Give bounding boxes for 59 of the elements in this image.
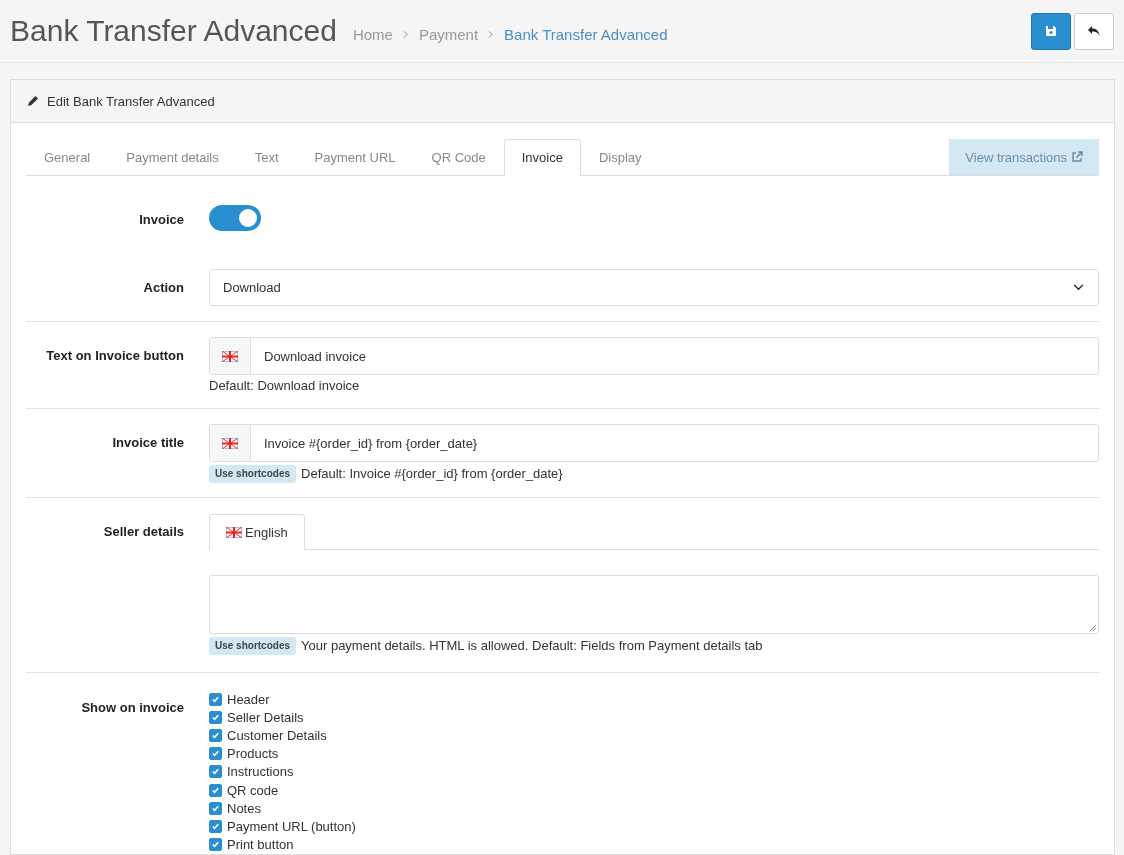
checkbox-label: Print button xyxy=(227,837,294,853)
checkbox[interactable] xyxy=(209,728,222,742)
checkbox-label: QR code xyxy=(227,782,279,798)
shortcodes-badge[interactable]: Use shortcodes xyxy=(209,465,297,483)
checkbox-label: Seller Details xyxy=(227,709,304,725)
tab[interactable]: General xyxy=(26,139,109,175)
breadcrumb-link[interactable]: Payment xyxy=(418,25,479,43)
external-link-icon xyxy=(1071,151,1083,163)
field-label: Seller details xyxy=(102,523,184,539)
chevron-icon xyxy=(402,29,409,39)
checkbox-label: Products xyxy=(227,746,279,762)
tab[interactable]: Payment URL xyxy=(296,139,414,175)
checkbox[interactable] xyxy=(209,838,222,852)
checkbox[interactable] xyxy=(209,710,222,724)
chevron-icon xyxy=(488,29,495,39)
field-label: Text on Invoice button xyxy=(45,347,184,363)
save-button[interactable] xyxy=(1031,12,1071,50)
checkbox[interactable] xyxy=(209,783,222,797)
text-input[interactable]: Download invoice xyxy=(209,337,1099,375)
tab[interactable]: Text xyxy=(236,139,297,175)
flag-icon xyxy=(222,350,238,362)
view-transactions-button[interactable]: View transactions xyxy=(949,139,1099,175)
toggle-switch[interactable] xyxy=(209,204,261,231)
resize-grip-icon xyxy=(1088,623,1096,631)
tab[interactable]: QR Code xyxy=(413,139,504,175)
breadcrumb-link[interactable]: Home xyxy=(352,25,393,43)
checkbox-label: Payment URL (button) xyxy=(227,818,356,834)
checkbox-label: Header xyxy=(227,691,270,707)
flag-icon xyxy=(226,527,242,538)
tab[interactable]: Invoice xyxy=(503,139,581,176)
back-button[interactable] xyxy=(1074,12,1114,50)
shortcodes-badge[interactable]: Use shortcodes xyxy=(209,637,297,655)
field-label: Invoice title xyxy=(111,434,184,450)
reply-arrow-icon xyxy=(1087,25,1101,37)
checkbox[interactable] xyxy=(209,765,222,779)
page-title: Bank Transfer Advanced xyxy=(10,14,337,48)
checkbox[interactable] xyxy=(209,692,222,706)
tab[interactable]: Display xyxy=(580,139,660,175)
action-select[interactable]: Download xyxy=(209,269,1099,306)
panel-title: Edit Bank Transfer Advanced xyxy=(47,93,215,109)
flag-icon xyxy=(222,437,238,449)
pencil-icon xyxy=(27,95,39,107)
help-text: Default: Download invoice xyxy=(209,378,360,394)
field-label: Action xyxy=(142,279,184,295)
checkbox[interactable] xyxy=(209,819,222,833)
checkbox-label: Instructions xyxy=(227,764,294,780)
breadcrumb-link[interactable]: Bank Transfer Advanced xyxy=(504,25,668,43)
checkbox[interactable] xyxy=(209,801,222,815)
checkbox-label: Customer Details xyxy=(227,727,327,743)
tab[interactable]: Payment details xyxy=(108,139,237,175)
checkbox-label: Notes xyxy=(227,800,261,816)
help-text: Default: Invoice #{order_id} from {order_date} xyxy=(301,466,563,482)
language-tab[interactable]: English xyxy=(209,514,305,550)
help-text: Your payment details. HTML is allowed. Default: Fields from Payment details tab xyxy=(301,638,763,654)
checkbox[interactable] xyxy=(209,747,222,761)
chevron-down-icon xyxy=(1073,284,1084,291)
text-input[interactable]: Invoice #{order_id} from {order_date} xyxy=(209,424,1099,462)
field-label: Invoice xyxy=(138,211,184,227)
field-label: Show on invoice xyxy=(80,699,184,717)
